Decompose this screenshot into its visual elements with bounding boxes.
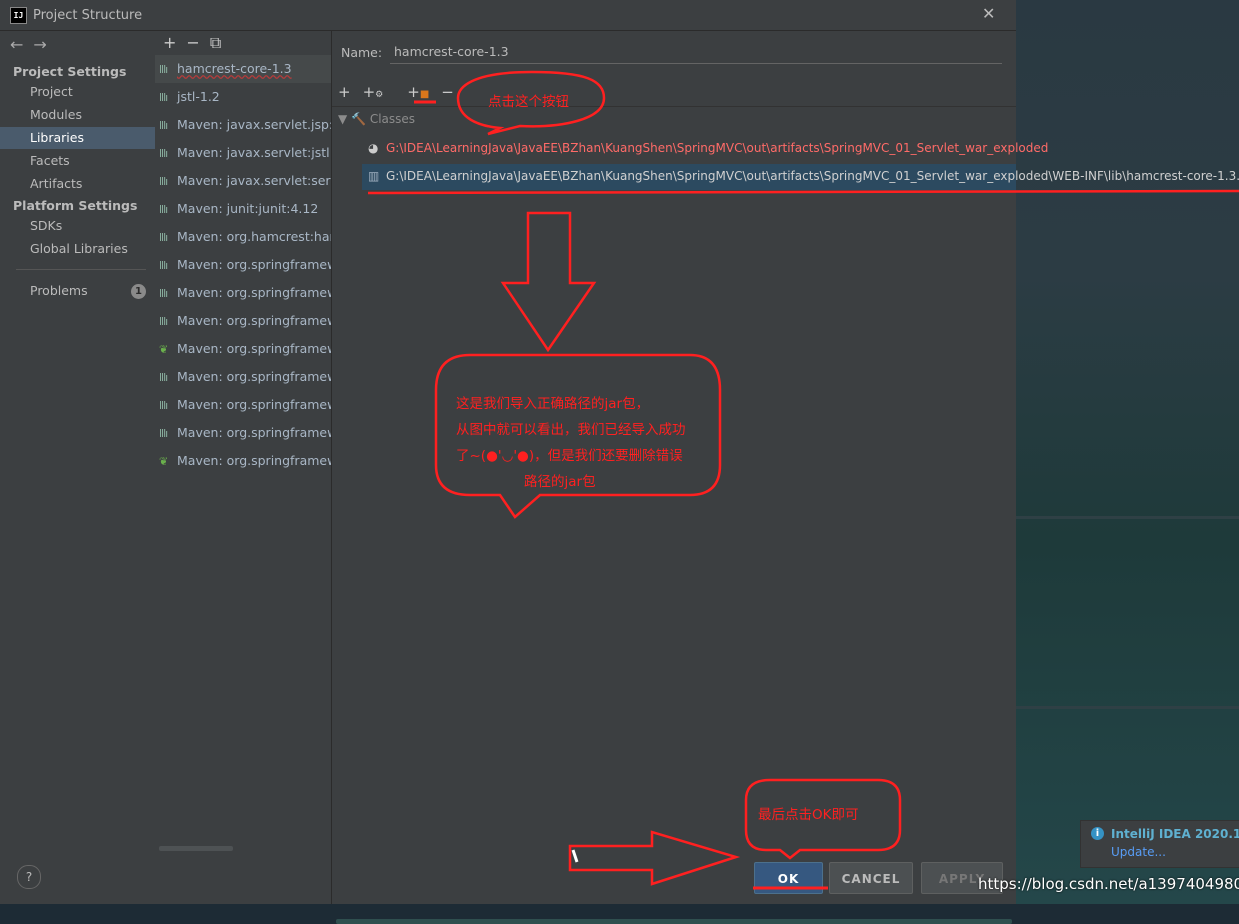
underline-path	[367, 189, 1239, 195]
right-arrow	[568, 830, 741, 886]
down-arrow	[500, 211, 597, 353]
horizontal-scrollbar[interactable]	[336, 919, 1012, 924]
arrow-tail-mark	[571, 849, 579, 863]
annotation-line-3: 了~(●'◡'●)，但是我们还要删除错误	[456, 448, 683, 464]
annotation-click-button: 点击这个按钮	[488, 94, 569, 110]
annotation-ok-hint: 最后点击OK即可	[758, 807, 859, 823]
annotation-line-1: 这是我们导入正确路径的jar包，	[456, 396, 650, 412]
annotation-line-2: 从图中就可以看出，我们已经导入成功	[456, 422, 686, 438]
csdn-watermark: https://blog.csdn.net/a13974049801	[978, 875, 1239, 893]
annotation-line-4: 路径的jar包	[524, 474, 596, 490]
